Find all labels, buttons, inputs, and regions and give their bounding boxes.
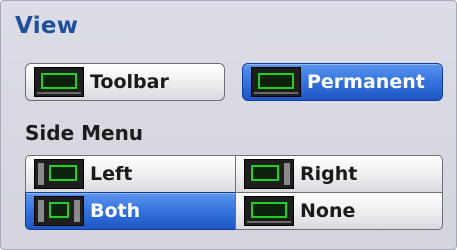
side-menu-title: Side Menu [25, 121, 144, 145]
toolbar-button-label: Toolbar [90, 71, 169, 93]
permanent-button[interactable]: Permanent [242, 63, 443, 101]
screen-both-menu-icon [34, 196, 84, 226]
screen-no-menu-icon [244, 196, 294, 226]
side-menu-none-button[interactable]: None [235, 192, 443, 230]
side-menu-none-label: None [300, 200, 356, 222]
permanent-button-label: Permanent [307, 71, 425, 93]
toolbar-button[interactable]: Toolbar [25, 63, 225, 101]
screen-right-menu-icon [244, 159, 294, 189]
screen-icon [251, 67, 301, 97]
side-menu-right-button[interactable]: Right [235, 155, 443, 193]
side-menu-left-label: Left [90, 163, 133, 185]
view-section-title: View [15, 13, 79, 39]
side-menu-both-button[interactable]: Both [25, 192, 236, 230]
side-menu-right-label: Right [300, 163, 358, 185]
side-menu-left-button[interactable]: Left [25, 155, 236, 193]
screen-left-menu-icon [34, 159, 84, 189]
screen-icon [34, 67, 84, 97]
view-settings-panel: View Toolbar Permanent Side Menu Left Ri… [0, 0, 457, 250]
side-menu-both-label: Both [90, 200, 141, 222]
